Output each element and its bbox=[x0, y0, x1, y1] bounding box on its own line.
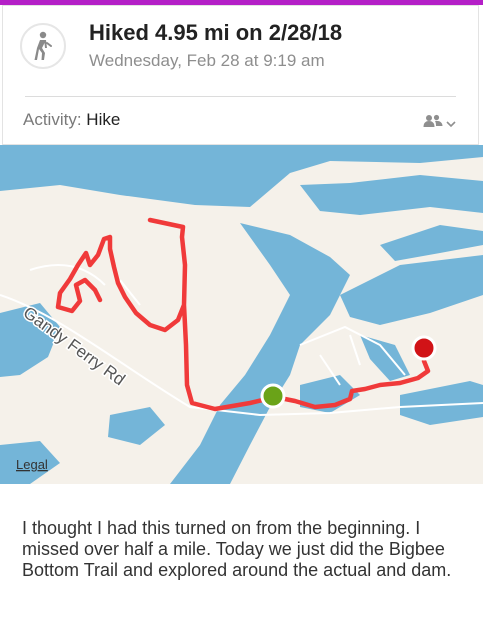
chevron-down-icon bbox=[446, 115, 456, 133]
activity-title: Hiked 4.95 mi on 2/28/18 bbox=[89, 20, 343, 45]
start-marker[interactable] bbox=[260, 383, 286, 409]
route-map[interactable]: Gandy Ferry Rd Legal bbox=[0, 145, 483, 484]
legal-link[interactable]: Legal bbox=[16, 457, 48, 472]
audience-selector[interactable] bbox=[423, 114, 456, 133]
friends-icon bbox=[423, 114, 443, 133]
activity-type: Activity: Hike bbox=[23, 110, 120, 130]
activity-label: Activity: bbox=[23, 110, 82, 129]
activity-card: Hiked 4.95 mi on 2/28/18 Wednesday, Feb … bbox=[2, 5, 479, 145]
activity-value: Hike bbox=[86, 110, 121, 129]
divider bbox=[25, 96, 456, 97]
activity-datetime: Wednesday, Feb 28 at 9:19 am bbox=[89, 51, 325, 70]
hiker-icon bbox=[20, 23, 66, 69]
activity-note: I thought I had this turned on from the … bbox=[22, 518, 452, 580]
end-marker[interactable] bbox=[411, 335, 437, 361]
